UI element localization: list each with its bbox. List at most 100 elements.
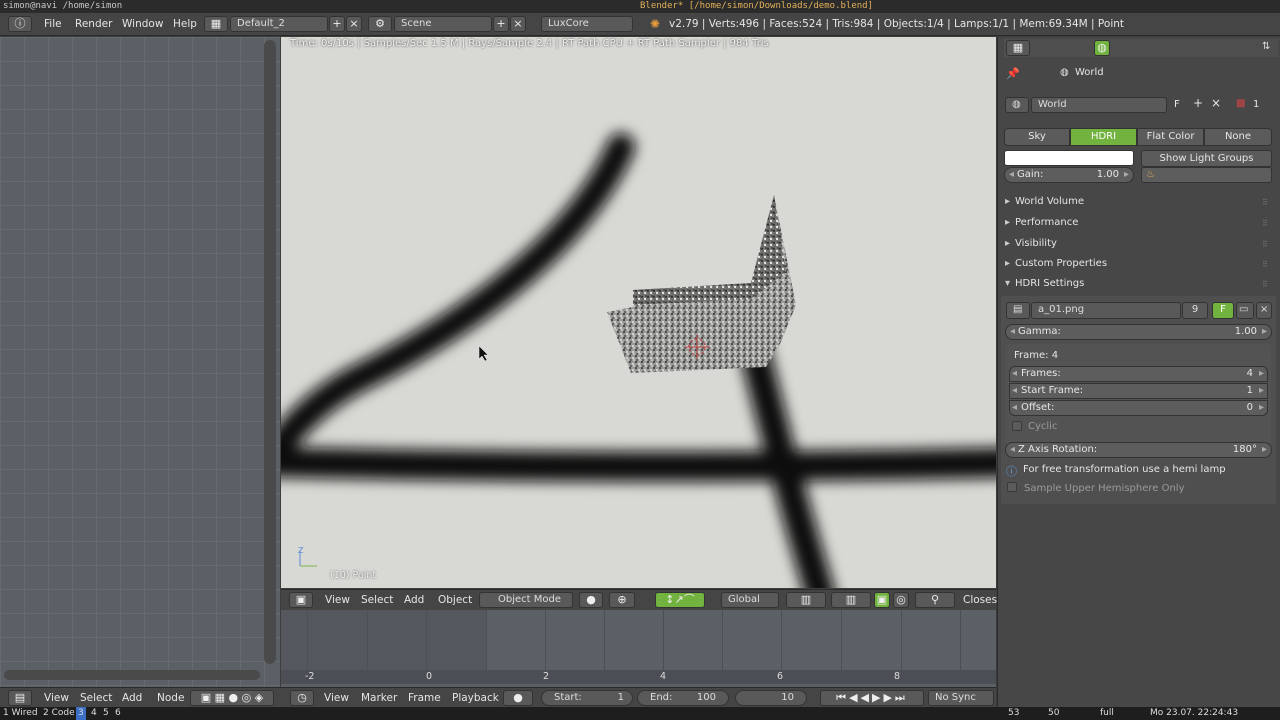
section-custom-properties[interactable]: ▸ Custom Properties	[1005, 258, 1107, 269]
drag-grip-icon[interactable]: ⠿	[1262, 280, 1268, 289]
proportional-icon[interactable]: ◎	[893, 592, 909, 608]
add-scene-button[interactable]: +	[493, 16, 509, 32]
world-breadcrumb-icon: ◍	[1060, 67, 1069, 78]
cyclic-checkbox[interactable]	[1012, 421, 1022, 431]
horizontal-scrollbar[interactable]	[4, 670, 260, 680]
scene-field[interactable]: Scene	[394, 16, 492, 32]
current-frame-field[interactable]: 10	[735, 690, 807, 706]
screen-layout-field[interactable]: Default_2	[230, 16, 328, 32]
drag-grip-icon[interactable]: ⠿	[1262, 240, 1268, 249]
snap-target[interactable]: Closest	[963, 594, 1001, 606]
editor-type-timeline-icon[interactable]: ◷	[290, 690, 314, 706]
tl-menu-playback[interactable]: Playback	[452, 692, 499, 704]
drag-grip-icon[interactable]: ⠿	[1262, 198, 1268, 207]
workspace-5[interactable]: 5	[103, 707, 109, 720]
offset-field[interactable]: ◂ Offset: 0 ▸	[1009, 400, 1268, 416]
editor-type-3d-icon[interactable]: ▣	[289, 592, 313, 608]
vp-menu-object[interactable]: Object	[438, 594, 472, 606]
layers-icon-2[interactable]: ▥	[831, 592, 871, 608]
workspace-3-active[interactable]: 3	[76, 707, 86, 720]
tl-menu-view[interactable]: View	[324, 692, 349, 704]
pivot-icon[interactable]: ⊕	[609, 592, 635, 608]
menu-help[interactable]: Help	[173, 18, 197, 30]
editor-type-info-icon[interactable]: ⓘ	[8, 16, 32, 32]
menu-file[interactable]: File	[44, 18, 62, 30]
end-frame-field[interactable]: End: 100	[637, 690, 729, 706]
editor-type-props-icon[interactable]: ▦	[1006, 40, 1030, 56]
upper-hemisphere-checkbox[interactable]	[1007, 482, 1017, 492]
pin-icon[interactable]: 📌	[1006, 67, 1020, 80]
properties-tabs[interactable]	[1004, 39, 1278, 57]
drag-grip-icon[interactable]: ⠿	[1262, 260, 1268, 269]
section-hdri-settings[interactable]: ▾ HDRI Settings	[1005, 278, 1084, 289]
sync-select[interactable]: No Sync	[928, 690, 994, 706]
section-world-volume[interactable]: ▸ World Volume	[1005, 196, 1084, 207]
workspace-6[interactable]: 6	[115, 707, 121, 720]
show-light-groups-button[interactable]: Show Light Groups	[1141, 150, 1272, 167]
add-layout-button[interactable]: +	[329, 16, 345, 32]
section-visibility[interactable]: ▸ Visibility	[1005, 238, 1057, 249]
frames-value: 4	[1246, 368, 1253, 379]
vp-menu-select[interactable]: Select	[361, 594, 393, 606]
image-fake-user-toggle[interactable]: F	[1212, 302, 1234, 319]
z-rotation-field[interactable]: ◂ Z Axis Rotation: 180° ▸	[1005, 442, 1272, 458]
timeline-ruler[interactable]: -2 0 2 4 6 8	[281, 670, 996, 684]
unlink-world-button[interactable]: ×	[1211, 96, 1221, 110]
world-browse-icon[interactable]: ◍	[1005, 97, 1029, 113]
color-swatch[interactable]	[1004, 150, 1134, 166]
mode-select[interactable]: Object Mode	[479, 592, 573, 608]
tl-menu-marker[interactable]: Marker	[361, 692, 397, 704]
node-editor-area[interactable]	[0, 37, 280, 687]
tab-none[interactable]: None	[1204, 128, 1272, 146]
scene-icon[interactable]: ⚙	[368, 16, 392, 32]
frames-field[interactable]: ◂ Frames: 4 ▸	[1009, 366, 1268, 382]
node-menu-add[interactable]: Add	[122, 692, 142, 704]
start-frame-field[interactable]: Start: 1	[541, 690, 633, 706]
unlink-image-button[interactable]: ×	[1256, 302, 1272, 319]
node-menu-select[interactable]: Select	[80, 692, 112, 704]
3d-viewport[interactable]	[281, 37, 996, 588]
node-menu-node[interactable]: Node	[157, 692, 184, 704]
drag-grip-icon[interactable]: ⠿	[1262, 219, 1268, 228]
vertical-scrollbar[interactable]	[264, 40, 276, 664]
tl-menu-frame[interactable]: Frame	[408, 692, 441, 704]
shading-icon[interactable]: ●	[579, 592, 603, 608]
node-tree-type-icons[interactable]: ▣ ▦ ● ◎ ◈	[190, 690, 274, 706]
snap-icon[interactable]: ⚲	[915, 592, 955, 608]
workspace-4[interactable]: 4	[91, 707, 97, 720]
record-icon[interactable]: ●	[503, 690, 533, 706]
world-tab-icon[interactable]: ◍	[1094, 40, 1110, 56]
editor-type-node-icon[interactable]: ▤	[8, 690, 32, 706]
screen-layout-icon[interactable]: ▦	[204, 16, 228, 32]
node-menu-view[interactable]: View	[44, 692, 69, 704]
menu-render[interactable]: Render	[75, 18, 112, 30]
fake-user-toggle[interactable]: F	[1174, 99, 1180, 110]
gain-field[interactable]: ◂ Gain: 1.00 ▸	[1004, 167, 1134, 183]
tab-hdri[interactable]: HDRI	[1070, 128, 1137, 146]
start-frame-hdri-field[interactable]: ◂ Start Frame: 1 ▸	[1009, 383, 1268, 399]
light-group-field[interactable]: ♨	[1141, 167, 1272, 183]
lock-camera-icon[interactable]: ▣	[874, 592, 890, 608]
tab-sky[interactable]: Sky	[1004, 128, 1070, 146]
image-browse-icon[interactable]: ▤	[1006, 302, 1030, 319]
world-name-field[interactable]: World	[1031, 97, 1167, 113]
menu-window[interactable]: Window	[122, 18, 163, 30]
add-world-button[interactable]: +	[1193, 96, 1203, 110]
image-name-field[interactable]: a_01.png	[1031, 302, 1181, 319]
remove-scene-button[interactable]: ×	[510, 16, 526, 32]
remove-layout-button[interactable]: ×	[346, 16, 362, 32]
open-image-icon[interactable]: ▭	[1236, 302, 1254, 319]
tick-label: 2	[543, 671, 550, 682]
playback-controls[interactable]: ⏮◀◀▶▶⏭	[820, 690, 924, 706]
vp-menu-add[interactable]: Add	[404, 594, 424, 606]
tab-flat-color[interactable]: Flat Color	[1137, 128, 1204, 146]
orientation-select[interactable]: Global	[721, 592, 779, 608]
workspace-2[interactable]: 2 Code	[43, 707, 75, 720]
vp-menu-view[interactable]: View	[325, 594, 350, 606]
gamma-field[interactable]: ◂ Gamma: 1.00 ▸	[1005, 324, 1272, 340]
section-performance[interactable]: ▸ Performance	[1005, 217, 1078, 228]
render-engine-select[interactable]: LuxCore	[541, 16, 633, 32]
manipulator-icons[interactable]: ↕↗⌒	[655, 592, 705, 608]
layers-icon[interactable]: ▥	[786, 592, 826, 608]
workspace-1[interactable]: 1 Wired	[3, 707, 38, 720]
